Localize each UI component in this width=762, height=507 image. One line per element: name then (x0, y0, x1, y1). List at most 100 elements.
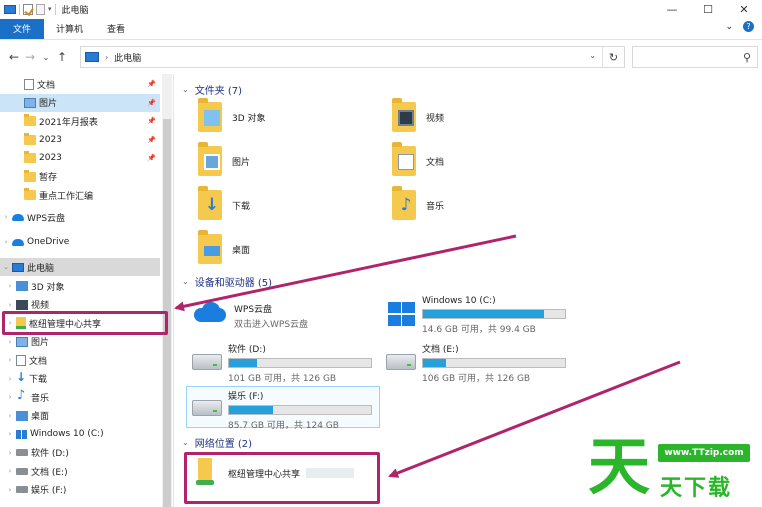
refresh-icon[interactable]: ↻ (602, 47, 624, 67)
folder-tile[interactable]: ♪ 音乐 (392, 186, 444, 220)
folder-icon (24, 114, 36, 126)
drive-tile-e[interactable]: 文档 (E:) 106 GB 可用，共 126 GB (386, 340, 566, 384)
recent-locations-chevron-icon[interactable]: ⌄ (38, 53, 54, 62)
drive-tile-d[interactable]: 软件 (D:) 101 GB 可用，共 126 GB (192, 340, 372, 384)
window-controls: — ☐ ✕ (654, 0, 762, 18)
annotation-highlight-sidebar (2, 311, 168, 335)
expand-chevron-right-icon[interactable]: › (4, 449, 16, 457)
sidebar-pc-item[interactable]: › 文档 (0, 351, 160, 369)
drive-tile-c[interactable]: Windows 10 (C:) 14.6 GB 可用，共 99.4 GB (386, 296, 566, 335)
expand-chevron-right-icon[interactable]: › (4, 301, 16, 309)
sidebar-item-this-pc[interactable]: ⌄ 此电脑 (0, 258, 160, 276)
expand-chevron-right-icon[interactable]: › (4, 375, 16, 383)
folder-icon (24, 132, 36, 145)
expand-chevron-right-icon[interactable]: › (4, 338, 16, 346)
windows-drive-icon (386, 302, 416, 328)
sidebar-pc-item[interactable]: › 3D 对象 (0, 277, 160, 295)
expand-chevron-right-icon[interactable]: › (4, 356, 16, 364)
new-folder-icon[interactable] (36, 3, 45, 15)
sidebar-quick-item[interactable]: 重点工作汇编 (0, 186, 160, 204)
nav-item-label: Windows 10 (C:) (30, 429, 104, 439)
navigation-pane-scrollbar[interactable] (162, 74, 172, 507)
sidebar-pc-item[interactable]: › 下载 (0, 370, 160, 388)
collapse-chevron-icon[interactable]: ⌄ (182, 277, 189, 286)
sidebar-item-wps[interactable]: › WPS云盘 (0, 208, 160, 226)
windows-drive-icon (16, 429, 27, 439)
sidebar-pc-item[interactable]: › 软件 (D:) (0, 444, 160, 462)
back-arrow-icon[interactable]: ← (6, 50, 22, 64)
expand-chevron-right-icon[interactable]: › (4, 282, 16, 290)
address-bar[interactable]: › 此电脑 ⌄ ↻ (80, 46, 625, 68)
expand-chevron-right-icon[interactable]: › (4, 467, 16, 475)
up-arrow-icon[interactable]: ↑ (54, 50, 70, 64)
sidebar-pc-item[interactable]: › 娱乐 (F:) (0, 481, 160, 499)
expand-chevron-right-icon[interactable]: › (4, 393, 16, 401)
address-dropdown-icon[interactable]: ⌄ (589, 51, 596, 60)
folder-tile[interactable]: 图片 (198, 142, 250, 176)
folder-tile[interactable]: ↓ 下载 (198, 186, 250, 220)
nav-item-label: 图片 (39, 99, 58, 109)
breadcrumb-chevron-icon[interactable]: › (105, 53, 108, 62)
drive-name: Windows 10 (C:) (422, 296, 496, 306)
folder-tile[interactable]: 3D 对象 (198, 98, 266, 132)
collapse-chevron-icon[interactable]: ⌄ (182, 438, 189, 447)
forward-arrow-icon[interactable]: → (22, 50, 38, 64)
sidebar-pc-item[interactable]: › 音乐 (0, 388, 160, 406)
tab-computer[interactable]: 计算机 (44, 19, 95, 39)
sidebar-pc-item[interactable]: › 图片 (0, 333, 160, 351)
sidebar-quick-item[interactable]: 文档 📌 (0, 75, 160, 93)
computer-icon (12, 262, 24, 272)
drive-tile-f[interactable]: 娱乐 (F:) 85.7 GB 可用，共 124 GB (192, 386, 372, 431)
expand-chevron-right-icon[interactable]: › (0, 238, 12, 246)
drive-tile-wps[interactable]: WPS云盘 双击进入WPS云盘 (192, 296, 308, 330)
sidebar-pc-item[interactable]: › Windows 10 (C:) (0, 425, 160, 443)
sidebar-quick-item[interactable]: 图片 📌 (0, 93, 160, 112)
expand-chevron-right-icon[interactable]: › (4, 486, 16, 494)
drive-free-space: 101 GB 可用，共 126 GB (228, 374, 337, 384)
watermark-url: www.TTzip.com (658, 444, 750, 462)
folder-tile[interactable]: 桌面 (198, 230, 251, 264)
search-input[interactable]: ⚲ (632, 46, 758, 68)
expand-chevron-down-icon[interactable]: ⌄ (0, 263, 12, 271)
sidebar-quick-item[interactable]: 暂存 (0, 168, 160, 186)
sidebar-item-onedrive[interactable]: › OneDrive (0, 233, 160, 251)
properties-icon[interactable] (23, 3, 33, 15)
folder-tile[interactable]: 文档 (392, 142, 444, 176)
maximize-button[interactable]: ☐ (690, 0, 726, 18)
folder-tile[interactable]: 视频 (392, 98, 444, 132)
nav-item-label: 3D 对象 (31, 282, 65, 293)
annotation-highlight-network (184, 452, 380, 504)
drive-name: WPS云盘 (234, 305, 273, 315)
expand-chevron-right-icon[interactable]: › (4, 430, 16, 438)
drive-name: 娱乐 (F:) (228, 392, 264, 402)
sidebar-pc-item[interactable]: › 桌面 (0, 407, 160, 425)
sidebar-quick-item[interactable]: 2023 📌 (0, 131, 160, 149)
expand-chevron-right-icon[interactable]: › (4, 412, 16, 420)
drive-subtitle: 双击进入WPS云盘 (234, 320, 309, 330)
group-title: 文件夹 (7) (194, 86, 243, 97)
close-button[interactable]: ✕ (726, 0, 762, 18)
folder-icon (24, 188, 36, 200)
tab-view[interactable]: 查看 (95, 19, 137, 39)
pin-icon: 📌 (147, 98, 156, 107)
sidebar-quick-item[interactable]: 2023 📌 (0, 149, 160, 167)
sidebar-quick-item[interactable]: 2021年月报表 📌 (0, 112, 160, 130)
collapse-chevron-icon[interactable]: ⌄ (182, 85, 189, 94)
expand-chevron-right-icon[interactable]: › (0, 213, 12, 221)
tab-file[interactable]: 文件 (0, 18, 44, 39)
group-header-network[interactable]: ⌄ 网络位置 (2) (182, 435, 252, 450)
watermark-logo: 天 www.TTzip.com 天下载 (588, 432, 762, 507)
help-icon[interactable]: ? (743, 21, 754, 32)
sidebar-pc-item[interactable]: › 文档 (E:) (0, 462, 160, 480)
ribbon-right: ⌄ ? (725, 21, 754, 32)
folder-name: 桌面 (232, 245, 251, 256)
group-header-folders[interactable]: ⌄ 文件夹 (7) (182, 82, 242, 97)
drive-icon (192, 354, 222, 370)
group-header-devices[interactable]: ⌄ 设备和驱动器 (5) (182, 274, 272, 289)
breadcrumb-this-pc[interactable]: 此电脑 (114, 51, 141, 64)
desktop-icon (16, 410, 28, 421)
folder-icon (24, 151, 36, 163)
customize-toolbar-dropdown-icon[interactable]: ▾ (48, 5, 52, 13)
expand-ribbon-icon[interactable]: ⌄ (725, 22, 733, 32)
minimize-button[interactable]: — (654, 0, 690, 18)
